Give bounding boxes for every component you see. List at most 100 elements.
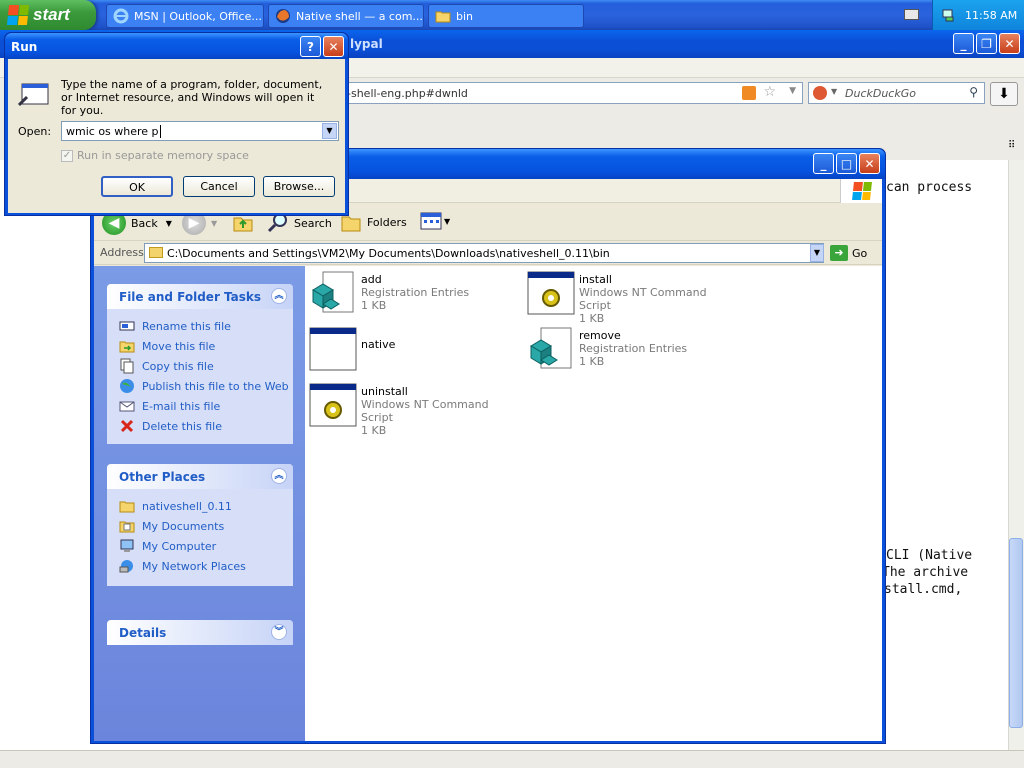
delete-file-link[interactable]: Delete this file (119, 416, 281, 436)
start-button[interactable]: start (0, 0, 96, 30)
cancel-button[interactable]: Cancel (183, 176, 255, 197)
explorer-minimize-button[interactable]: _ (813, 153, 834, 174)
address-field[interactable]: C:\Documents and Settings\VM2\My Documen… (144, 243, 824, 263)
details-panel: Details ︾ (107, 620, 293, 645)
cmd-script-icon (309, 383, 357, 427)
search-label: Search (294, 216, 332, 230)
ok-button[interactable]: OK (101, 176, 173, 197)
email-file-link[interactable]: E-mail this file (119, 396, 281, 416)
download-icon[interactable]: ⬇ (990, 82, 1018, 106)
details-header[interactable]: Details ︾ (107, 620, 293, 645)
taskbar-item-native-shell[interactable]: Native shell — a com... (268, 4, 424, 28)
file-size: 1 KB (579, 312, 605, 325)
taskbar-item-bin[interactable]: bin (428, 4, 584, 28)
explorer-maximize-button[interactable]: □ (836, 153, 857, 174)
file-folder-tasks-header[interactable]: File and Folder Tasks ︽ (107, 284, 293, 309)
collapse-icon[interactable]: ︽ (271, 288, 287, 304)
file-size: 1 KB (361, 299, 387, 312)
file-item[interactable]: remove Registration Entries 1 KB (527, 326, 737, 374)
file-item[interactable]: native (309, 326, 519, 374)
open-label: Open: (18, 125, 52, 138)
expand-icon[interactable]: ︾ (271, 624, 287, 640)
browser-close-button[interactable]: ✕ (999, 33, 1020, 54)
run-icon (18, 83, 49, 107)
place-my-computer-link[interactable]: My Computer (119, 536, 281, 556)
browser-maximize-button[interactable]: ❐ (976, 33, 997, 54)
place-nativeshell-link[interactable]: nativeshell_0.11 (119, 496, 281, 516)
run-close-button[interactable]: ✕ (323, 36, 344, 57)
link-label: Move this file (142, 339, 216, 353)
file-name: native (361, 338, 396, 351)
browser-url-field[interactable]: -shell-eng.php#dwnld ☆ ▼ (340, 82, 803, 104)
move-file-link[interactable]: Move this file (119, 336, 281, 356)
page-text-line: can process (886, 180, 973, 195)
file-name: uninstall (361, 385, 408, 398)
file-item[interactable]: install Windows NT Command Script 1 KB (527, 270, 737, 325)
taskbar-item-label: MSN | Outlook, Office... (134, 9, 262, 23)
views-dropdown-icon[interactable]: ▼ (444, 217, 450, 226)
open-dropdown-icon[interactable]: ▼ (322, 123, 337, 139)
browser-scrollbar-thumb[interactable] (1009, 538, 1023, 728)
folder-icon (119, 501, 135, 513)
link-label: My Network Places (142, 559, 246, 573)
address-label: Address (100, 246, 144, 259)
folders-label: Folders (367, 215, 407, 229)
run-dialog: Run ? ✕ Type the name of a program, fold… (4, 32, 349, 216)
copy-icon (120, 358, 134, 374)
rss-icon[interactable] (742, 86, 756, 100)
browser-title: lypal (350, 37, 383, 51)
views-button[interactable]: ▼ (420, 211, 450, 231)
clock[interactable]: 11:58 AM (965, 9, 1017, 22)
search-engine-dropdown-icon[interactable]: ▼ (831, 87, 837, 96)
file-name: add (361, 273, 382, 286)
go-button[interactable]: ➜ Go (830, 245, 867, 261)
browser-statusbar (0, 750, 1024, 768)
search-icon[interactable]: ⚲ (969, 85, 978, 99)
network-tray-icon[interactable] (941, 7, 957, 23)
go-label: Go (852, 246, 868, 260)
folder-icon (149, 247, 163, 258)
folders-button[interactable]: Folders (340, 211, 407, 233)
address-dropdown-icon[interactable]: ▼ (810, 244, 824, 262)
file-type: Windows NT Command Script (579, 286, 707, 312)
checkbox-label: Run in separate memory space (77, 149, 249, 162)
explorer-close-button[interactable]: ✕ (859, 153, 880, 174)
explorer-window: _ □ ✕ ◀ Back ▼ ▶ ▼ Search Folders ▼ Addr… (90, 148, 886, 744)
publish-file-link[interactable]: Publish this file to the Web (119, 376, 289, 396)
file-item[interactable]: uninstall Windows NT Command Script 1 KB (309, 382, 519, 437)
task-pane: File and Folder Tasks ︽ Rename this file… (94, 266, 305, 741)
place-my-documents-link[interactable]: My Documents (119, 516, 281, 536)
windows-logo (840, 179, 882, 203)
other-places-header[interactable]: Other Places ︽ (107, 464, 293, 489)
keyboard-icon[interactable] (904, 9, 919, 20)
registry-icon (312, 271, 354, 313)
open-input[interactable]: wmic os where p ▼ (61, 121, 339, 141)
place-network-link[interactable]: My Network Places (119, 556, 281, 576)
run-title-bar[interactable]: Run ? ✕ (5, 33, 348, 59)
help-button[interactable]: ? (300, 36, 321, 57)
registry-icon (530, 327, 572, 369)
bookmark-star-icon[interactable]: ☆ (763, 84, 776, 100)
panel-title: File and Folder Tasks (119, 290, 262, 304)
file-size: 1 KB (361, 424, 387, 437)
checkbox-box: ✓ (61, 149, 73, 162)
browser-minimize-button[interactable]: _ (953, 33, 974, 54)
copy-file-link[interactable]: Copy this file (119, 356, 281, 376)
browser-search-field[interactable]: ▼ DuckDuckGo ⚲ (808, 82, 985, 104)
browse-button[interactable]: Browse... (263, 176, 335, 197)
ie-icon (113, 8, 129, 24)
back-dropdown-icon[interactable]: ▼ (166, 219, 172, 228)
delete-icon (120, 419, 134, 433)
taskbar-item-label: Native shell — a com... (296, 9, 423, 23)
taskbar-item-msn[interactable]: MSN | Outlook, Office... (106, 4, 264, 28)
overflow-icon[interactable]: ⠿ (1008, 140, 1015, 151)
link-label: My Documents (142, 519, 225, 533)
file-item[interactable]: add Registration Entries 1 KB (309, 270, 519, 318)
url-dropdown-icon[interactable]: ▼ (789, 86, 796, 96)
rename-file-link[interactable]: Rename this file (119, 316, 281, 336)
page-text-line: The archive (882, 565, 969, 580)
views-icon (420, 212, 442, 230)
separate-memory-checkbox[interactable]: ✓ Run in separate memory space (61, 149, 249, 162)
window-app-icon (309, 327, 357, 371)
collapse-icon[interactable]: ︽ (271, 468, 287, 484)
